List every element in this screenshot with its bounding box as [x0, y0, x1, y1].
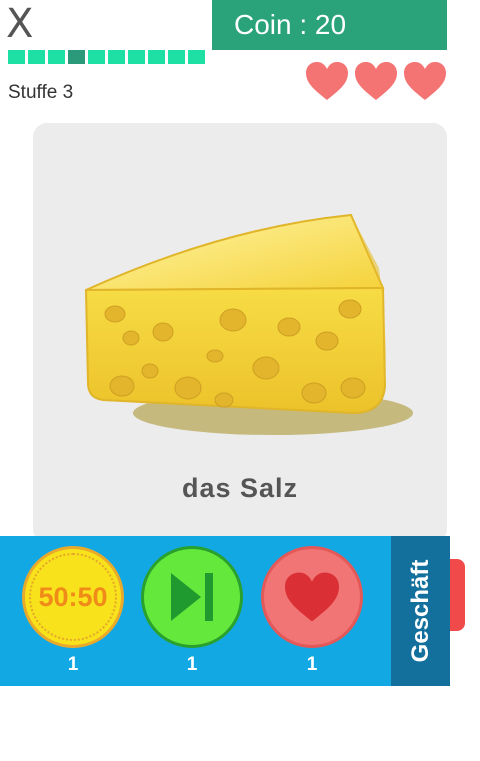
fifty-fifty-count: 1 [67, 654, 79, 675]
close-button[interactable]: X [6, 4, 33, 44]
answer-word: das Salz [181, 473, 299, 503]
progress-segment-current [68, 50, 85, 64]
extra-life-count: 1 [306, 654, 318, 675]
progress-segment [8, 50, 25, 64]
progress-segment [108, 50, 125, 64]
cheese-image [84, 213, 413, 435]
extra-life-button[interactable] [261, 546, 363, 648]
progress-segment [128, 50, 145, 64]
lives-indicator [304, 60, 448, 102]
heart-icon [285, 572, 339, 622]
progress-segment [88, 50, 105, 64]
progress-segment [28, 50, 45, 64]
shop-label: Geschäft [406, 559, 434, 663]
fifty-fifty-icon: 50:50 [29, 553, 117, 641]
level-label: Stuffe 3 [8, 82, 74, 103]
progress-segment [168, 50, 185, 64]
coin-counter: Coin : 20 [212, 0, 447, 50]
heart-icon [355, 62, 397, 100]
level-progress [8, 50, 205, 64]
progress-segment [48, 50, 65, 64]
skip-icon [171, 573, 213, 621]
shop-button[interactable]: Geschäft [391, 536, 450, 686]
heart-icon [404, 62, 446, 100]
progress-segment [148, 50, 165, 64]
fifty-fifty-label: 50:50 [38, 581, 108, 612]
heart-icon [306, 62, 348, 100]
powerup-bar: 50:50 1 1 1 [0, 536, 392, 686]
question-card[interactable]: das Salz [33, 123, 447, 543]
coin-label: Coin : 20 [234, 9, 347, 40]
progress-segment [188, 50, 205, 64]
skip-button[interactable] [141, 546, 243, 648]
skip-count: 1 [186, 654, 198, 675]
fifty-fifty-button[interactable]: 50:50 [22, 546, 124, 648]
side-tab[interactable] [450, 559, 465, 631]
